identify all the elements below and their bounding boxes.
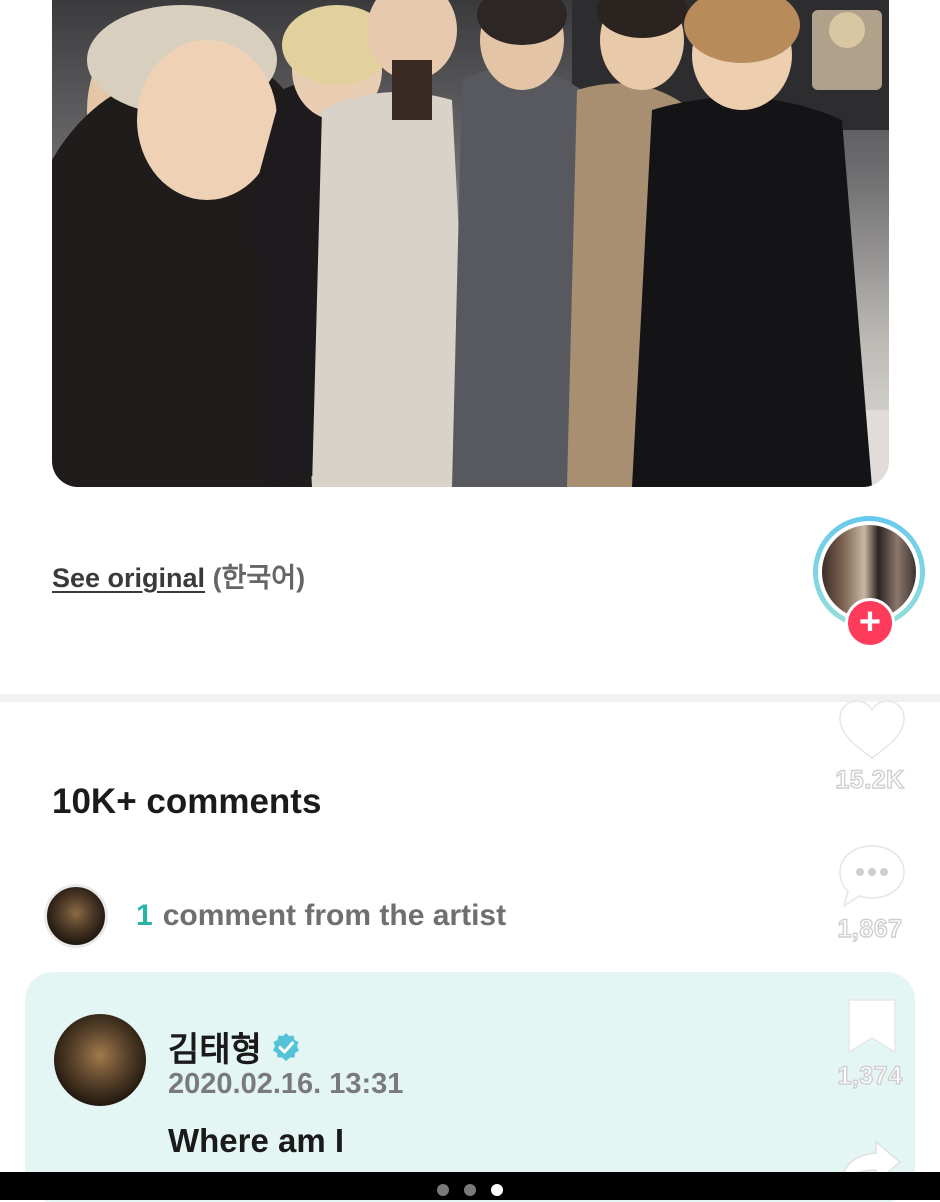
section-divider — [0, 694, 940, 702]
comment-count: 1,867 — [837, 914, 903, 943]
artist-comment-count: 1 — [136, 899, 153, 932]
bookmark-icon[interactable] — [845, 996, 899, 1056]
original-language-label: (한국어) — [212, 563, 306, 593]
artist-comments-label: 1 comment from the artist — [136, 899, 506, 933]
artist-comment-card[interactable] — [25, 972, 915, 1202]
see-original-row: See original (한국어) — [52, 556, 305, 595]
pager-dot-3-active[interactable] — [491, 1184, 503, 1196]
commenter-name: 김태형 — [168, 1031, 262, 1069]
artist-comments-row[interactable]: 1 comment from the artist — [44, 884, 506, 948]
commenter-avatar[interactable] — [54, 1014, 146, 1106]
comments-count-heading: 10K+ comments — [52, 782, 322, 821]
like-count: 15.2K — [835, 765, 905, 794]
post-photo[interactable] — [52, 0, 889, 487]
save-count: 1,374 — [837, 1061, 903, 1090]
artist-avatar — [44, 884, 108, 948]
follow-button[interactable]: + — [845, 598, 895, 648]
artist-comment-text: comment from the artist — [162, 899, 507, 932]
comment-timestamp: 2020.02.16. 13:31 — [168, 1068, 404, 1100]
group-photo-illustration — [52, 0, 889, 487]
pager-dot-2[interactable] — [464, 1184, 476, 1196]
pager-dot-1[interactable] — [437, 1184, 449, 1196]
heart-icon[interactable] — [836, 698, 908, 762]
verified-badge-icon — [272, 1032, 299, 1061]
see-original-link[interactable]: See original — [52, 563, 205, 593]
comment-text: Where am I — [168, 1122, 345, 1159]
commenter-name-row: 김태형 — [168, 1022, 302, 1071]
comment-bubble-icon[interactable] — [836, 842, 908, 912]
